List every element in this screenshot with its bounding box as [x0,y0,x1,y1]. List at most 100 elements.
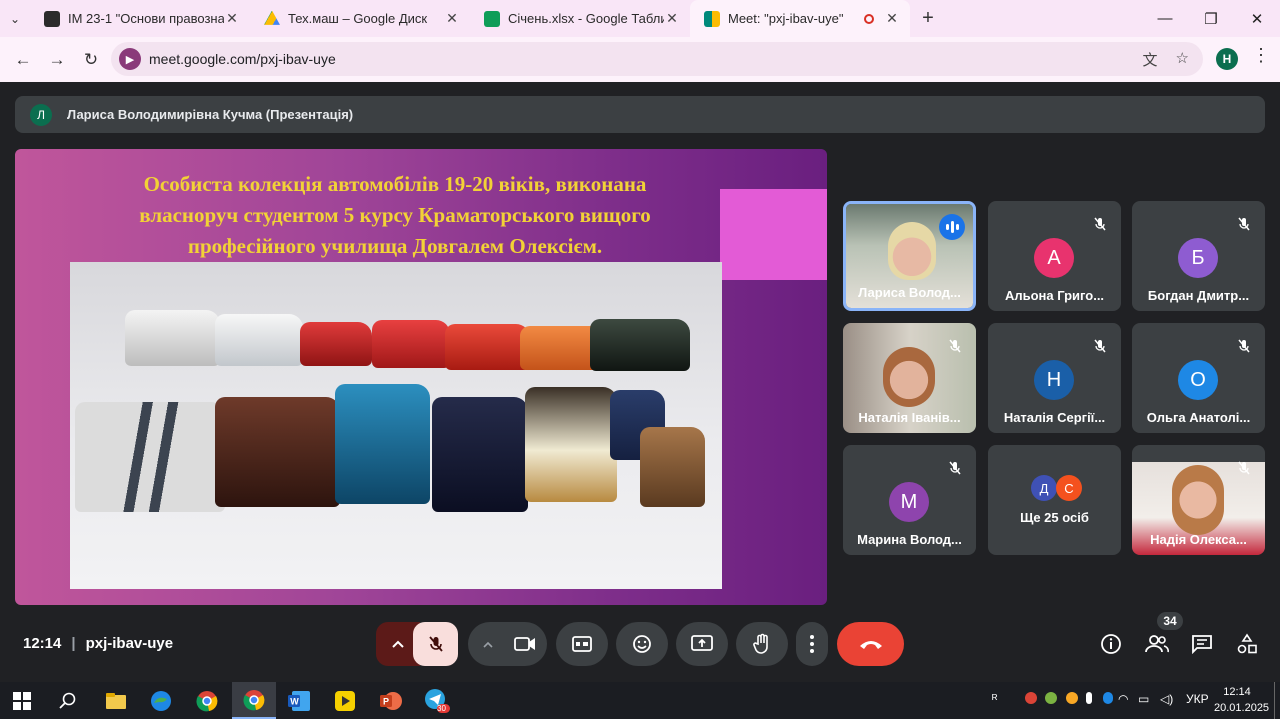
profile-avatar[interactable]: Н [1216,48,1238,70]
camera-options-chevron-icon[interactable] [468,622,508,666]
leave-call-button[interactable] [837,622,904,666]
close-tab-icon[interactable]: ✕ [884,10,900,27]
forward-arrow-icon[interactable]: → [40,43,74,77]
browser-tab-1[interactable]: ІМ 23-1 "Основи правознавст ✕ [30,0,250,37]
people-count-badge: 34 [1157,612,1183,630]
camera-toggle-button[interactable] [503,622,547,666]
chrome-icon[interactable] [192,687,222,715]
captions-button[interactable] [556,622,608,666]
address-bar[interactable]: ▶ meet.google.com/pxj-ibav-uye 文 ☆ [111,42,1203,76]
bookmark-star-icon[interactable]: ☆ [1176,49,1189,70]
participant-tile[interactable]: А Альона Григо... [988,201,1121,311]
search-icon[interactable] [53,687,83,715]
input-language[interactable]: УКР [1186,692,1209,706]
close-tab-icon[interactable]: ✕ [224,10,240,27]
browser-tab-4-active[interactable]: Meet: "pxj-ibav-uye" ✕ [690,0,910,37]
clock-time: 12:14 [1223,686,1251,698]
activities-icon[interactable] [1236,633,1258,660]
network-icon[interactable]: ◠ [1118,692,1128,706]
browser-tab-2[interactable]: Тех.маш – Google Диск ✕ [250,0,470,37]
model-car [215,397,340,507]
model-car [75,402,225,512]
edge-browser-icon[interactable] [146,687,176,715]
taskbar-clock[interactable]: 12:14 20.01.2025 [1214,684,1269,716]
recording-indicator-icon [864,13,874,24]
participant-name: Марина Волод... [857,532,962,547]
participant-tile[interactable]: Б Богдан Дмитр... [1132,201,1265,311]
emoji-reactions-button[interactable] [616,622,668,666]
tab-title: Січень.xlsx - Google Таблиці [508,11,664,26]
back-arrow-icon[interactable]: ← [6,43,40,77]
chat-icon[interactable] [1191,634,1213,659]
participant-tile[interactable]: М Марина Волод... [843,445,976,555]
participant-tile[interactable]: Лариса Волод... [843,201,976,311]
file-explorer-icon[interactable] [101,687,131,715]
others-avatar: Д [1031,475,1057,501]
google-sheets-favicon-icon [484,10,500,27]
participant-name: Наталія Іванів... [858,410,961,425]
raise-hand-button[interactable] [736,622,788,666]
participant-tile[interactable]: Наталія Іванів... [843,323,976,433]
others-avatar: С [1056,475,1082,501]
people-tray-icon[interactable]: ᴿ [992,692,997,706]
restore-icon[interactable]: ❐ [1188,0,1234,37]
participant-tile[interactable]: Н Наталія Сергії... [988,323,1121,433]
speaking-indicator-icon [939,214,965,240]
participant-avatar: О [1178,360,1218,400]
chrome-profile-icon[interactable] [232,682,276,719]
google-meet-favicon-icon [704,10,720,27]
microphone-tray-icon[interactable] [1086,692,1093,704]
windows-taskbar: W P 30 ᴿ ◠ ▭ ◁) УКР 12:14 20.01.2025 [0,682,1280,719]
tray-green-app-icon[interactable] [1045,692,1058,704]
participant-avatar: Б [1178,238,1218,278]
slide-decorative-block [720,189,827,280]
mic-toggle-button[interactable] [413,622,458,666]
mic-off-icon [1233,335,1255,357]
mic-off-icon [1089,213,1111,235]
close-tab-icon[interactable]: ✕ [664,10,680,27]
participant-video-face [888,222,936,280]
participant-video-face [883,347,935,407]
slide-title-line: власноруч студентом 5 курсу Краматорсько… [139,203,651,227]
participant-avatar: Н [1034,360,1074,400]
others-tile[interactable]: Д С Ще 25 осіб [988,445,1121,555]
model-car [590,319,690,371]
separator: | [71,635,76,652]
browser-tab-strip: ⌄ ІМ 23-1 "Основи правознавст ✕ Тех.маш … [0,0,1280,37]
browser-menu-icon[interactable]: ⋮ [1252,45,1270,66]
meeting-details-icon[interactable] [1100,633,1122,660]
new-tab-icon[interactable]: + [910,0,946,37]
close-window-icon[interactable]: ✕ [1234,0,1280,37]
media-player-icon[interactable] [330,687,360,715]
participant-name: Ольга Анатолі... [1146,410,1251,425]
participant-tile[interactable]: О Ольга Анатолі... [1132,323,1265,433]
tab-search-chevron-icon[interactable]: ⌄ [0,0,30,37]
reload-icon[interactable]: ↻ [74,43,108,77]
show-desktop-button[interactable] [1274,682,1275,719]
browser-tab-3[interactable]: Січень.xlsx - Google Таблиці ✕ [470,0,690,37]
model-car [125,310,220,366]
participant-name: Лариса Волод... [858,285,961,300]
close-tab-icon[interactable]: ✕ [444,10,460,27]
slide-title: Особиста колекція автомобілів 19-20 вікі… [75,169,715,262]
battery-icon[interactable]: ▭ [1138,692,1149,706]
others-count-label: Ще 25 осіб [1020,510,1089,525]
more-options-button[interactable] [796,622,828,666]
tray-app-icons[interactable] [1025,692,1114,707]
model-car [445,324,530,370]
windows-start-icon[interactable] [7,687,37,715]
minimize-icon[interactable]: — [1142,0,1188,37]
present-screen-button[interactable] [676,622,728,666]
people-icon[interactable] [1145,634,1169,659]
translate-icon[interactable]: 文 [1143,49,1158,70]
volume-icon[interactable]: ◁) [1160,692,1173,706]
telegram-unread-badge: 30 [437,704,446,713]
chrome-tray-icon[interactable] [1025,692,1037,704]
word-icon[interactable]: W [284,687,314,715]
powerpoint-icon[interactable]: P [376,687,406,715]
participant-tile[interactable]: Надія Олекса... [1132,445,1265,555]
participant-avatar: А [1034,238,1074,278]
site-info-icon[interactable]: ▶ [119,48,141,70]
bluetooth-tray-icon[interactable] [1103,692,1114,704]
tray-yellow-app-icon[interactable] [1065,692,1078,704]
